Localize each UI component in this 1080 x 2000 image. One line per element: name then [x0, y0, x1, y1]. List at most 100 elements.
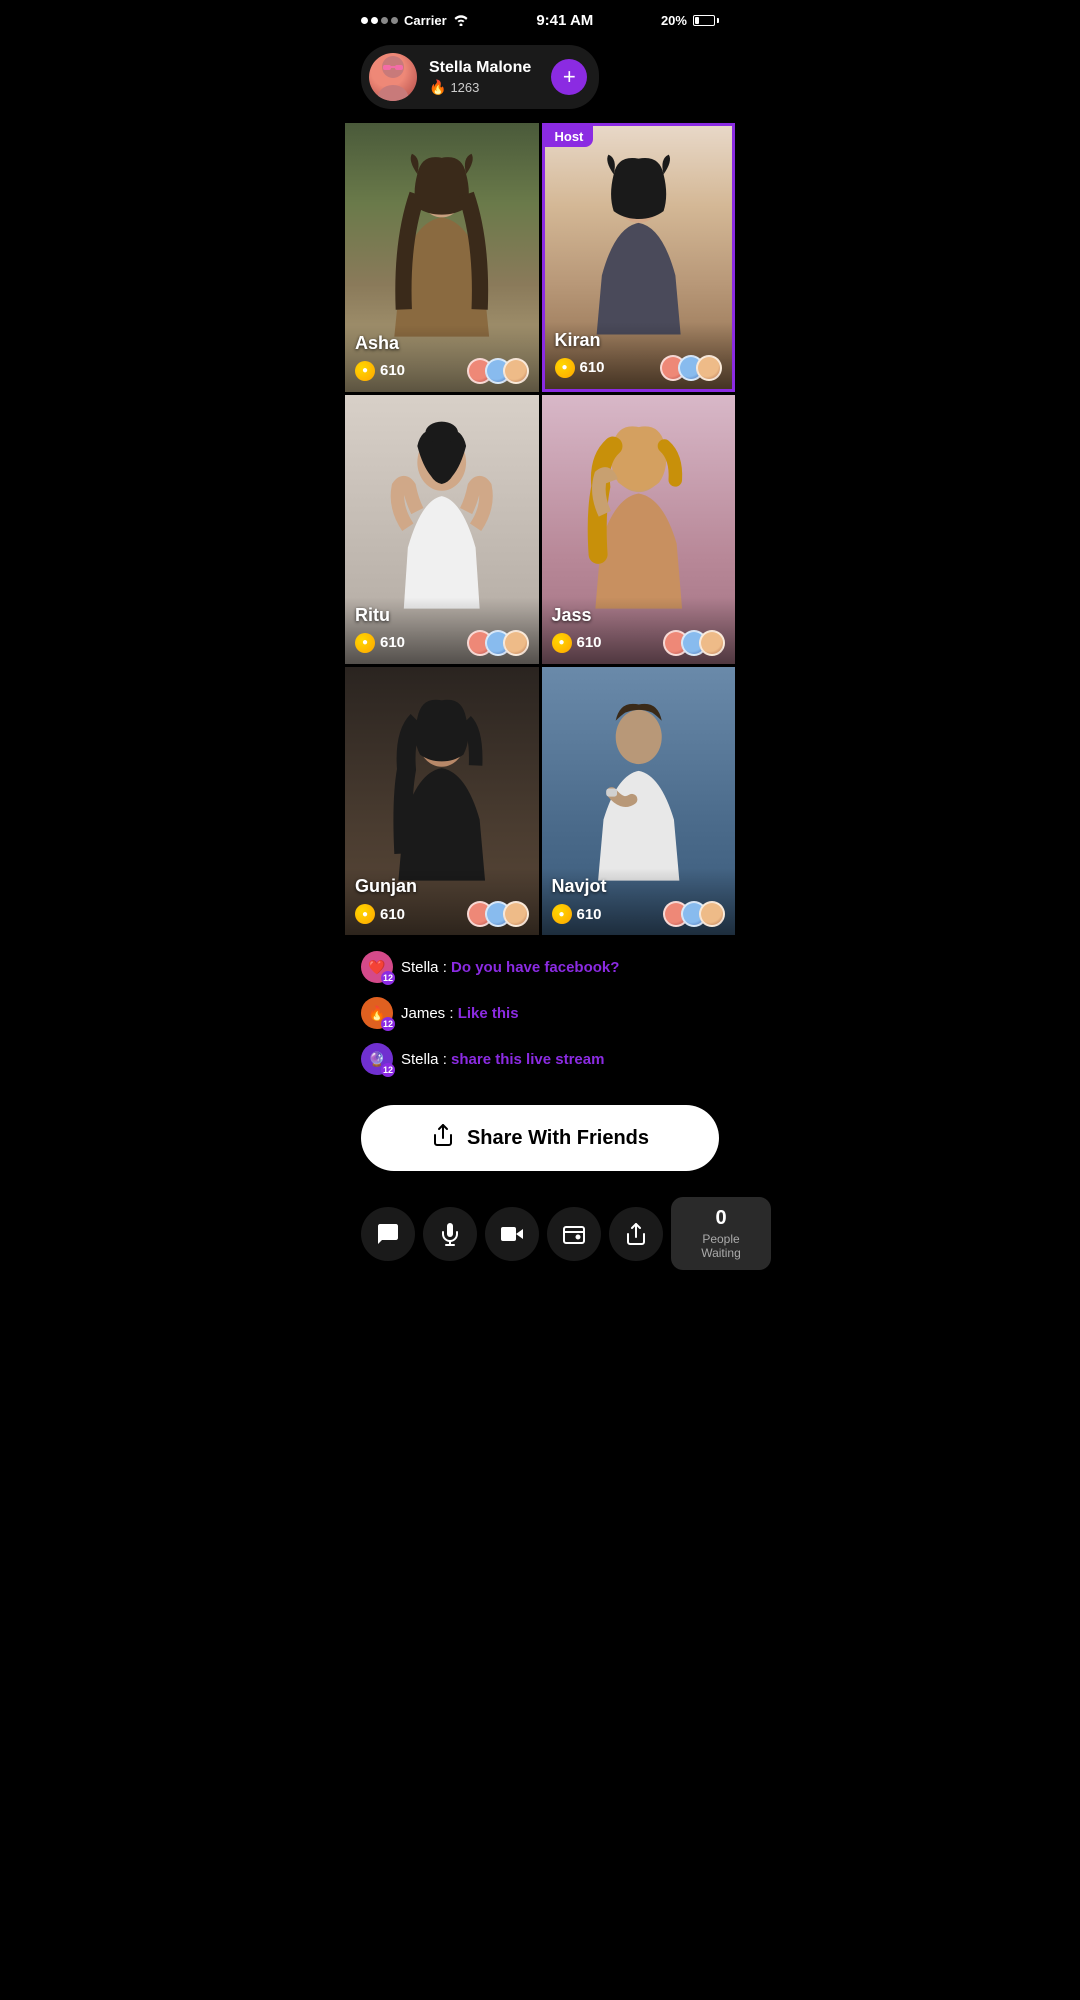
coin-icon: ● [355, 361, 375, 381]
signal-dots [361, 17, 398, 24]
signal-dot-1 [361, 17, 368, 24]
coin-icon: ● [555, 358, 575, 378]
score-value: 610 [380, 906, 405, 923]
status-bar: Carrier 9:41 AM 20% [345, 0, 735, 37]
cell-score-asha: ● 610 [355, 358, 529, 384]
chat-badge-stella-2: 🔮 12 [361, 1043, 393, 1075]
cell-score-kiran: ● 610 [555, 355, 723, 381]
viewer-avatars [663, 901, 725, 927]
chat-badge-stella-1: ❤️ 12 [361, 951, 393, 983]
viewer-avatars [467, 630, 529, 656]
chat-text-3: Stella : share this live stream [401, 1051, 604, 1068]
host-info: Stella Malone 🔥 1263 [429, 59, 531, 96]
camera-button[interactable] [485, 1207, 539, 1261]
signal-dot-3 [381, 17, 388, 24]
signal-dot-2 [371, 17, 378, 24]
cell-name-asha: Asha [355, 333, 529, 354]
cell-score-gunjan: ● 610 [355, 901, 529, 927]
chat-message-content-2: Like this [458, 1005, 519, 1022]
status-right: 20% [661, 13, 719, 28]
video-cell-navjot[interactable]: Navjot ● 610 [542, 667, 736, 936]
score-value: 610 [577, 634, 602, 651]
waiting-count: 0 [687, 1207, 755, 1230]
badge-number: 12 [381, 971, 395, 985]
add-button[interactable]: + [551, 59, 587, 95]
chat-message-content-3: share this live stream [451, 1051, 604, 1068]
chat-message-3: 🔮 12 Stella : share this live stream [361, 1043, 719, 1075]
coin-icon: ● [552, 633, 572, 653]
share-icon-button[interactable] [609, 1207, 663, 1261]
viewer-avatars [663, 630, 725, 656]
cell-score-jass: ● 610 [552, 630, 726, 656]
microphone-button[interactable] [423, 1207, 477, 1261]
status-left: Carrier [361, 13, 469, 29]
share-section: Share With Friends [345, 1097, 735, 1187]
viewer-avatar-3 [503, 358, 529, 384]
chat-button[interactable] [361, 1207, 415, 1261]
cell-name-jass: Jass [552, 605, 726, 626]
video-cell-ritu[interactable]: Ritu ● 610 [345, 395, 539, 664]
viewer-avatar-3 [503, 901, 529, 927]
viewer-avatars [660, 355, 722, 381]
cell-score-navjot: ● 610 [552, 901, 726, 927]
score-value: 610 [380, 362, 405, 379]
waiting-label: People Waiting [687, 1232, 755, 1260]
cell-overlay-asha: Asha ● 610 [345, 325, 539, 392]
signal-dot-4 [391, 17, 398, 24]
chat-text-2: James : Like this [401, 1005, 519, 1022]
cell-name-ritu: Ritu [355, 605, 529, 626]
host-score: 🔥 1263 [429, 79, 531, 96]
bottom-bar: 0 People Waiting [345, 1187, 735, 1290]
chat-message-content-1: Do you have facebook? [451, 959, 619, 976]
cell-overlay-kiran: Kiran ● 610 [545, 322, 733, 389]
host-badge: Host [545, 126, 594, 147]
share-icon [431, 1123, 455, 1153]
cell-score-ritu: ● 610 [355, 630, 529, 656]
host-name: Stella Malone [429, 59, 531, 77]
score-value: 610 [577, 906, 602, 923]
cell-name-gunjan: Gunjan [355, 876, 529, 897]
video-grid: Asha ● 610 [345, 123, 735, 935]
badge-number: 12 [381, 1017, 395, 1031]
viewer-avatar-3 [699, 901, 725, 927]
wallet-button[interactable] [547, 1207, 601, 1261]
coin-icon: ● [355, 633, 375, 653]
host-avatar [369, 53, 417, 101]
coin-icon: ● [355, 904, 375, 924]
score-value: 610 [580, 359, 605, 376]
cell-overlay-jass: Jass ● 610 [542, 597, 736, 664]
chat-badge-james: 🔥 12 [361, 997, 393, 1029]
cell-overlay-gunjan: Gunjan ● 610 [345, 868, 539, 935]
coin-icon: ● [552, 904, 572, 924]
battery-icon [693, 15, 719, 26]
status-time: 9:41 AM [536, 12, 593, 29]
chat-section: ❤️ 12 Stella : Do you have facebook? 🔥 1… [345, 935, 735, 1097]
chat-text-1: Stella : Do you have facebook? [401, 959, 619, 976]
video-cell-kiran[interactable]: Host Kiran ● 610 [542, 123, 736, 392]
video-cell-gunjan[interactable]: Gunjan ● 610 [345, 667, 539, 936]
video-cell-asha[interactable]: Asha ● 610 [345, 123, 539, 392]
score-value: 610 [380, 634, 405, 651]
host-card: Stella Malone 🔥 1263 + [361, 45, 599, 109]
share-button-label: Share With Friends [467, 1127, 649, 1150]
chat-message-1: ❤️ 12 Stella : Do you have facebook? [361, 951, 719, 983]
people-waiting-panel[interactable]: 0 People Waiting [671, 1197, 771, 1270]
viewer-avatars [467, 901, 529, 927]
cell-overlay-ritu: Ritu ● 610 [345, 597, 539, 664]
battery-percent: 20% [661, 13, 687, 28]
viewer-avatar-3 [503, 630, 529, 656]
badge-number: 12 [381, 1063, 395, 1077]
cell-name-kiran: Kiran [555, 330, 723, 351]
cell-name-navjot: Navjot [552, 876, 726, 897]
fire-icon: 🔥 [429, 79, 446, 96]
cell-overlay-navjot: Navjot ● 610 [542, 868, 736, 935]
viewer-avatar-3 [699, 630, 725, 656]
carrier-label: Carrier [404, 13, 447, 28]
host-score-value: 1263 [450, 80, 479, 95]
chat-message-2: 🔥 12 James : Like this [361, 997, 719, 1029]
share-with-friends-button[interactable]: Share With Friends [361, 1105, 719, 1171]
wifi-icon [453, 13, 469, 29]
viewer-avatar-3 [696, 355, 722, 381]
viewer-avatars [467, 358, 529, 384]
video-cell-jass[interactable]: Jass ● 610 [542, 395, 736, 664]
